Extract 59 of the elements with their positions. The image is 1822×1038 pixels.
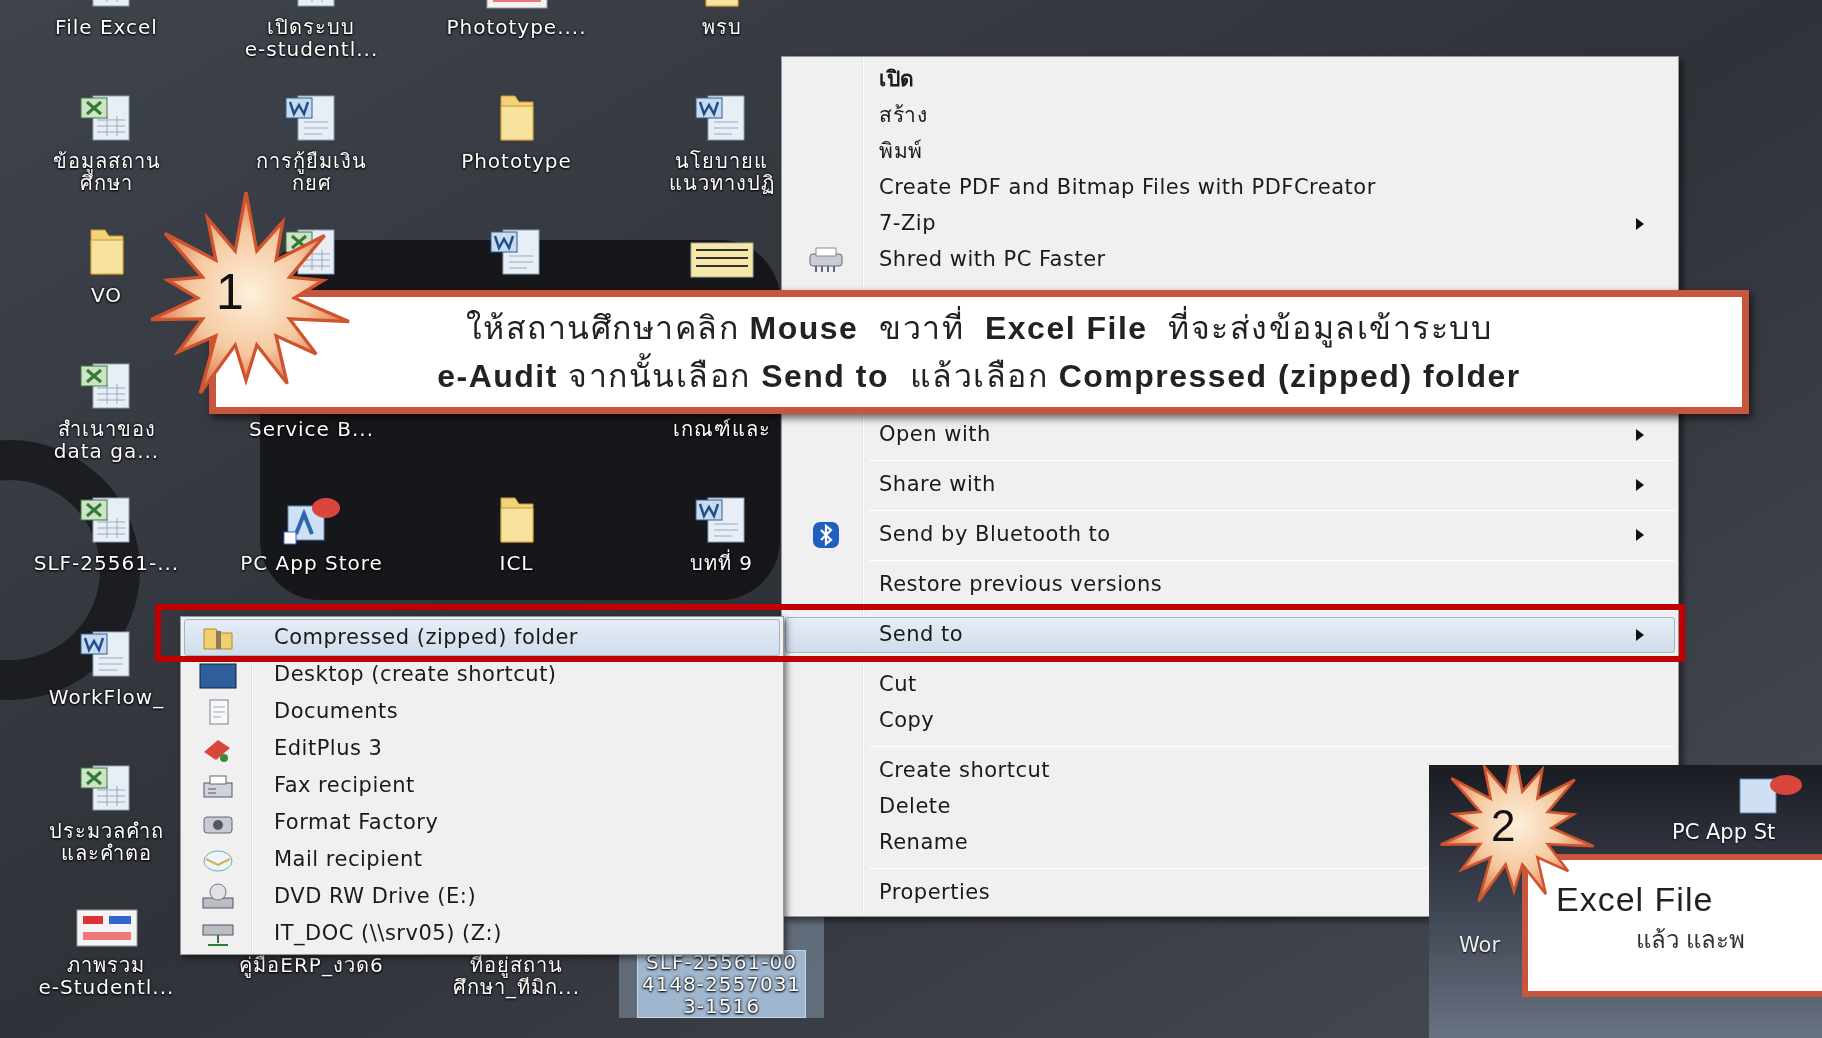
desktop-icon-label[interactable]: VO (86, 284, 127, 306)
submenu-arrow-icon (1636, 629, 1644, 641)
instruction-text: แล้ว และพ (1635, 926, 1745, 954)
context-menu-item[interactable]: พิมพ์ (785, 134, 1675, 170)
context-menu-item[interactable]: สร้าง (785, 98, 1675, 134)
bluetooth-icon (811, 520, 841, 550)
instruction-text: e-Audit จากนั้นเลือก Send to แล้วเลือก Compressed (zipped) folder (437, 353, 1521, 399)
destination-item[interactable]: Format Factory (184, 804, 780, 841)
desktop-icon-label[interactable]: เกณฑ์และ (668, 418, 775, 440)
desktop-icon-label[interactable]: ที่อยู่สถาน ศึกษา_ทีมิก... (448, 954, 585, 998)
submenu-arrow-icon (1636, 218, 1644, 230)
desktop-icon-label[interactable]: สำเนาของ data ga... (49, 418, 164, 462)
picture-file-icon (74, 908, 139, 948)
context-menu-item[interactable]: Share with (785, 467, 1675, 503)
context-menu-item[interactable]: Create PDF and Bitmap Files with PDFCreator (785, 170, 1675, 206)
desktop-icon-label[interactable]: ข้อมูลสถาน ศึกษา (48, 150, 165, 194)
step-number: 1 (216, 264, 244, 320)
desktop-icon-label[interactable]: ICL (495, 552, 538, 574)
context-menu-item[interactable]: Restore previous versions (785, 567, 1675, 603)
context-menu-item[interactable]: Copy (785, 703, 1675, 739)
desktop-icon-label[interactable]: การกู้ยืมเงิน กยศ (252, 150, 371, 194)
context-menu-item[interactable]: Send to (785, 617, 1675, 653)
destination-item[interactable]: EditPlus 3 (184, 730, 780, 767)
desktop-icon-label[interactable]: File Excel (51, 16, 162, 38)
step-number: 2 (1491, 801, 1516, 851)
desktop-icon-label[interactable]: Phototype.... (442, 16, 591, 38)
submenu-arrow-icon (1636, 429, 1644, 441)
desktop-icon-label[interactable]: PC App Store (236, 552, 387, 574)
destination-item[interactable]: IT_DOC (\\srv05) (Z:) (184, 915, 780, 952)
context-menu-item[interactable]: เปิด (785, 62, 1675, 98)
context-menu-item[interactable]: Shred with PC Faster (785, 242, 1675, 278)
shredder-icon (806, 246, 846, 274)
destination-item[interactable]: Mail recipient (184, 841, 780, 878)
submenu-arrow-icon (1636, 529, 1644, 541)
destination-item[interactable]: Compressed (zipped) folder (184, 619, 780, 656)
desktop-icon-label: PC App St (1672, 819, 1776, 846)
destination-item[interactable]: DVD RW Drive (E:) (184, 878, 780, 915)
submenu-arrow-icon (1636, 479, 1644, 491)
desktop-icon-label[interactable]: ประมวลคำถ และคำตอ (45, 820, 168, 864)
desktop-icon-label[interactable]: เปิดระบบ e-studentl... (240, 16, 383, 60)
desktop-icon-label[interactable]: นโยบายแ แนวทางปฏิ (664, 150, 779, 194)
desktop-icon-label[interactable]: SLF-25561-... (29, 552, 184, 574)
destination-item[interactable]: Desktop (create shortcut) (184, 656, 780, 693)
context-menu-item[interactable]: 7-Zip (785, 206, 1675, 242)
desktop-icon-label[interactable]: คู่มือERP_งวด6 (235, 954, 388, 976)
destination-item[interactable]: Fax recipient (184, 767, 780, 804)
context-menu-item[interactable]: Open with (785, 417, 1675, 453)
instruction-text: ให้สถานศึกษาคลิก Mouse ขวาที่ Excel File ที่จะส่งข้อมูลเข้าระบบ (465, 305, 1493, 351)
context-menu-item[interactable]: Cut (785, 667, 1675, 703)
desktop-icon-label[interactable]: ภาพรวม e-Studentl... (34, 954, 179, 998)
banner-image-icon (689, 242, 754, 278)
desktop-icon-label[interactable]: พรบ (697, 16, 746, 38)
destination-item[interactable]: Documents (184, 693, 780, 730)
desktop-icon-label: Wor (1459, 932, 1500, 959)
desktop-icon-label[interactable]: Service B... (244, 418, 379, 440)
desktop-icon-label[interactable]: WorkFlow_ (44, 686, 169, 708)
desktop-icon-label[interactable]: Phototype (457, 150, 576, 172)
instruction-text: Excel File (1556, 880, 1714, 918)
context-menu-item[interactable]: Send by Bluetooth to (785, 517, 1675, 553)
